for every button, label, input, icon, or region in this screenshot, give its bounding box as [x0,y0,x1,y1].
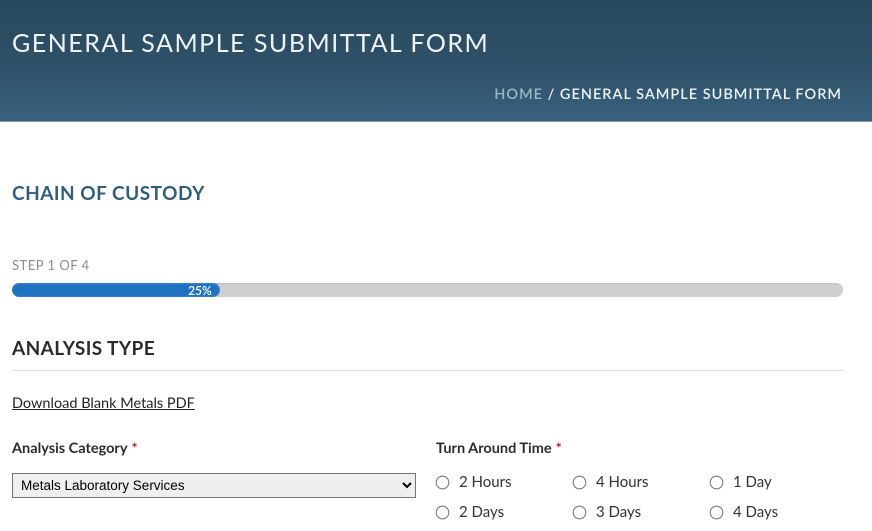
turnaround-options: 2 Hours 4 Hours 1 Day 2 Days 3 Days [436,473,843,521]
turnaround-option-label: 4 Days [733,503,778,521]
turnaround-option-3-days[interactable]: 3 Days [573,503,706,521]
turnaround-label: Turn Around Time* [436,440,843,457]
turnaround-option-2-days[interactable]: 2 Days [436,503,569,521]
turnaround-option-label: 4 Hours [596,473,649,491]
turnaround-option-label: 2 Days [459,503,504,521]
turnaround-radio[interactable] [436,505,450,519]
content-area: CHAIN OF CUSTODY STEP 1 OF 4 25% ANALYSI… [0,122,872,531]
analysis-category-select[interactable]: Metals Laboratory Services [12,473,416,498]
turnaround-radio[interactable] [710,475,724,489]
progress-bar: 25% [12,283,843,297]
turnaround-radio[interactable] [573,505,587,519]
analysis-category-label: Analysis Category* [12,440,426,457]
analysis-category-label-text: Analysis Category [12,440,128,457]
chain-of-custody-heading: CHAIN OF CUSTODY [12,182,860,205]
turnaround-option-label: 2 Hours [459,473,512,491]
turnaround-option-4-days[interactable]: 4 Days [710,503,843,521]
progress-percent: 25% [188,283,212,298]
breadcrumb-home-link[interactable]: HOME [494,86,543,103]
turnaround-radio[interactable] [436,475,450,489]
analysis-type-heading: ANALYSIS TYPE [12,337,843,371]
required-asterisk: * [556,440,562,457]
turnaround-field: Turn Around Time* 2 Hours 4 Hours 1 Day [436,440,843,521]
page-title: GENERAL SAMPLE SUBMITTAL FORM [12,28,854,58]
turnaround-radio[interactable] [573,475,587,489]
page-banner: GENERAL SAMPLE SUBMITTAL FORM HOME / GEN… [0,0,872,122]
turnaround-option-label: 3 Days [596,503,641,521]
breadcrumb: HOME / GENERAL SAMPLE SUBMITTAL FORM [12,86,854,103]
turnaround-option-label: 1 Day [733,473,772,491]
analysis-category-field: Analysis Category* Metals Laboratory Ser… [12,440,426,521]
step-indicator: STEP 1 OF 4 [12,257,860,273]
turnaround-option-1-day[interactable]: 1 Day [710,473,843,491]
turnaround-radio[interactable] [710,505,724,519]
turnaround-label-text: Turn Around Time [436,440,552,457]
turnaround-option-4-hours[interactable]: 4 Hours [573,473,706,491]
download-blank-pdf-link[interactable]: Download Blank Metals PDF [12,395,195,412]
required-asterisk: * [132,440,138,457]
progress-fill: 25% [12,283,220,297]
turnaround-option-2-hours[interactable]: 2 Hours [436,473,569,491]
breadcrumb-sep: / [543,86,560,103]
breadcrumb-current: GENERAL SAMPLE SUBMITTAL FORM [560,86,842,103]
